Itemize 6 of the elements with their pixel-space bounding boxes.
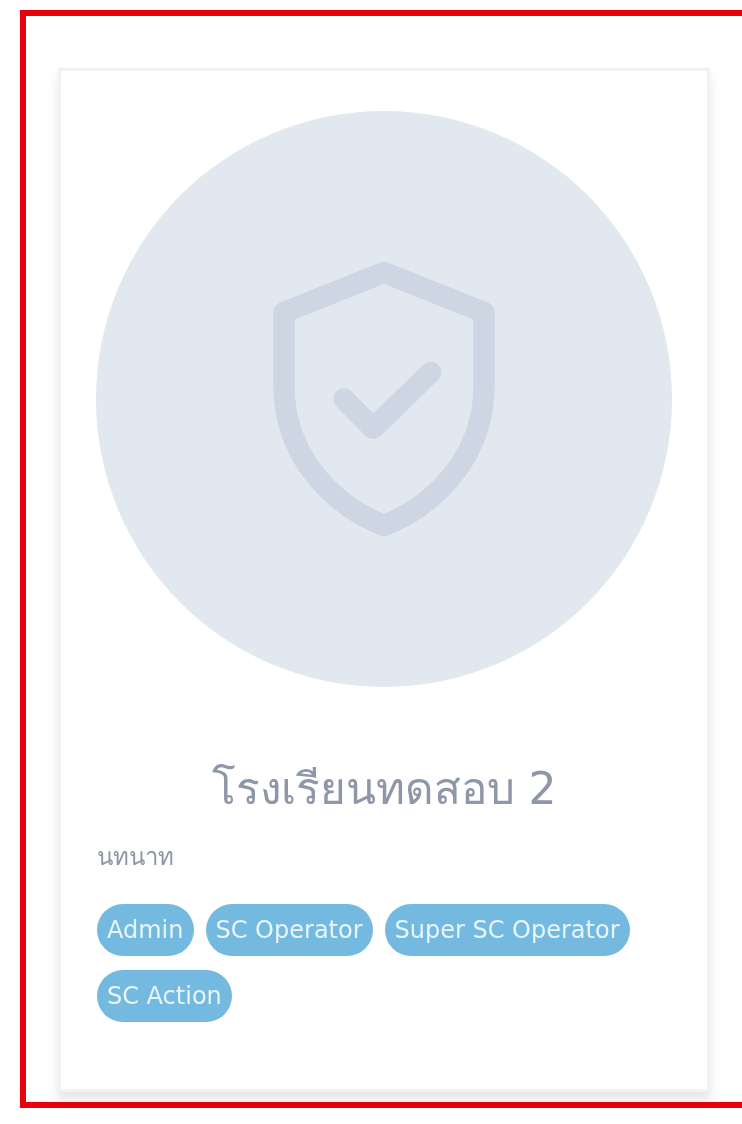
role-tag: SC Operator xyxy=(205,904,373,956)
role-tag: Admin xyxy=(97,904,194,956)
school-name: โรงเรียนทดสอบ 2 xyxy=(210,762,558,816)
role-tag: Super SC Operator xyxy=(384,904,630,956)
subtitle-text: นทนาท xyxy=(97,842,175,873)
role-tag: SC Action xyxy=(97,970,232,1022)
